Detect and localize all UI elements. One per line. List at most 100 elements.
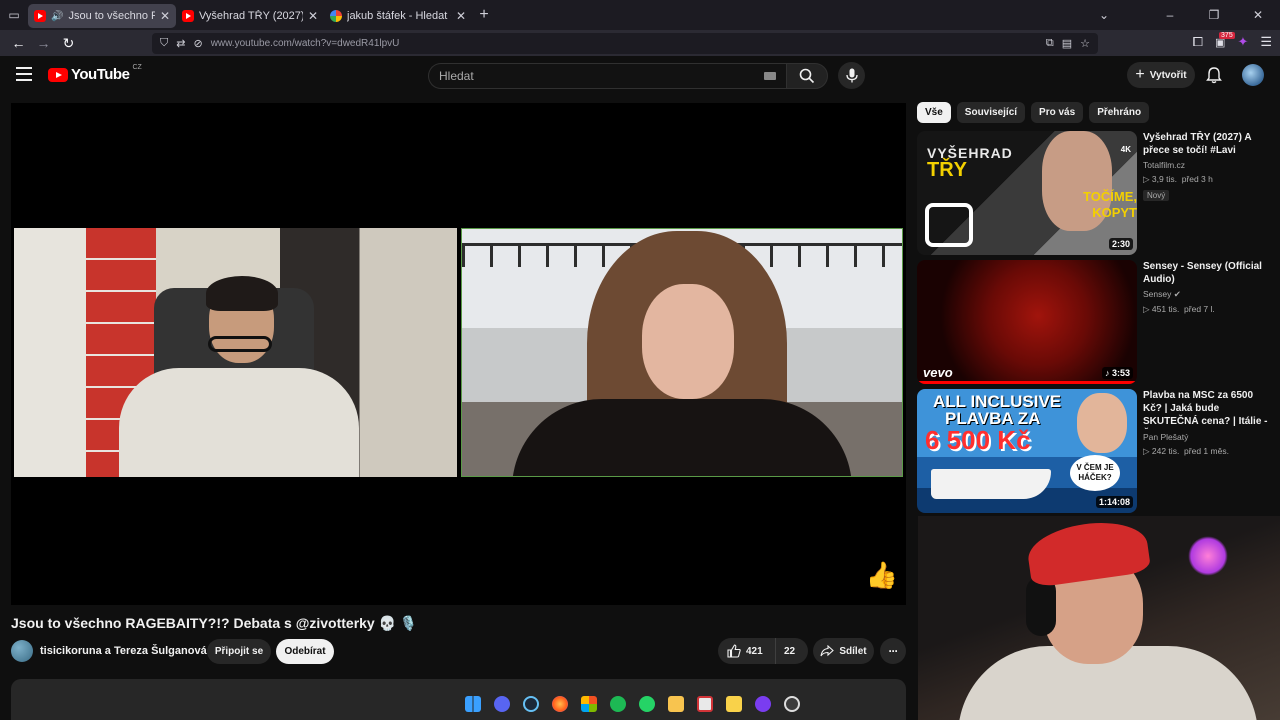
- lamp-glow: [1188, 536, 1228, 576]
- window-menu-icon[interactable]: ▭: [0, 0, 28, 30]
- guide-menu-icon[interactable]: [16, 67, 32, 81]
- video-player[interactable]: 👍: [11, 103, 906, 605]
- extension-icon[interactable]: ▣ 375: [1215, 31, 1235, 49]
- purple-extension-icon[interactable]: ✦: [1237, 34, 1248, 50]
- spotify-icon[interactable]: [607, 693, 629, 715]
- autoplay-blocked-icon[interactable]: ⊘: [193, 37, 202, 50]
- close-tab-icon[interactable]: ✕: [160, 9, 170, 23]
- microphone-icon: [845, 68, 858, 83]
- new-tab-button[interactable]: +: [472, 6, 496, 24]
- notifications-bell-icon[interactable]: [1205, 66, 1223, 84]
- dislike-button[interactable]: 22: [776, 646, 795, 657]
- view-count: 3,9 tis.: [1151, 174, 1177, 184]
- video-thumbnail[interactable]: ALL INCLUSIVE PLAVBA ZA 6 500 Kč V ČEM J…: [917, 389, 1137, 513]
- browser-tab-2[interactable]: Vyšehrad TŘY (2027) A přece se ✕: [176, 4, 324, 28]
- bookmark-star-icon[interactable]: ☆: [1080, 37, 1090, 50]
- chip-watched[interactable]: Přehráno: [1089, 102, 1150, 123]
- tab-title: jakub štáfek - Hledat Googlem: [347, 10, 451, 22]
- browser-nav-bar: ← → ↻ ⛉ ⇄ ⊘ www.youtube.com/watch?v=dwed…: [0, 30, 1280, 56]
- recommendation-item[interactable]: VYŠEHRAD TŘY TOČÍME, KOPYT 4K 2:30 Vyšeh…: [917, 131, 1272, 255]
- speaker-icon[interactable]: 🔊: [51, 11, 63, 22]
- extensions-icon[interactable]: ⧠: [1193, 34, 1203, 50]
- thumbnail-text: TOČÍME, KOPYT: [1083, 189, 1137, 220]
- list-all-tabs-icon[interactable]: ⌄: [1082, 8, 1126, 22]
- video-actions-row: tisicikoruna a Tereza Šulganová Připojit…: [11, 638, 906, 666]
- channel-name[interactable]: Totalfilm.cz: [1143, 160, 1273, 170]
- video-title[interactable]: Plavba na MSC za 6500 Kč? | Jaká bude SK…: [1143, 389, 1273, 429]
- windows-start-icon[interactable]: [462, 693, 484, 715]
- share-button[interactable]: Sdílet: [813, 638, 874, 664]
- video-info: Sensey - Sensey (Official Audio) Sensey …: [1143, 260, 1273, 315]
- close-window-icon[interactable]: ✕: [1236, 8, 1280, 22]
- permissions-icon[interactable]: ⇄: [176, 37, 185, 50]
- create-button[interactable]: + Vytvořit: [1127, 62, 1195, 88]
- close-tab-icon[interactable]: ✕: [456, 9, 466, 23]
- minimize-icon[interactable]: –: [1148, 8, 1192, 22]
- channel-name[interactable]: tisicikoruna a Tereza Šulganová: [40, 645, 207, 657]
- file-explorer-icon[interactable]: [665, 693, 687, 715]
- video-title[interactable]: Sensey - Sensey (Official Audio): [1143, 260, 1273, 286]
- toolbar-right: ⧠ ▣ 375 ✦ ☰: [1193, 31, 1272, 50]
- search-input[interactable]: Hledat: [428, 63, 786, 89]
- pip-icon[interactable]: ⧉: [1046, 37, 1054, 50]
- restore-icon[interactable]: ❐: [1192, 8, 1236, 22]
- voice-search-button[interactable]: [838, 62, 865, 89]
- back-icon[interactable]: ←: [6, 35, 31, 51]
- account-avatar[interactable]: [1242, 64, 1264, 86]
- url-text[interactable]: www.youtube.com/watch?v=dwedR41lpvU: [211, 38, 1038, 49]
- thumbnail-price: 6 500 Kč: [925, 425, 1031, 455]
- browser-tab-3[interactable]: jakub štáfek - Hledat Googlem ✕: [324, 4, 472, 28]
- subscribe-button[interactable]: Odebírat: [276, 639, 334, 664]
- video-title[interactable]: Vyšehrad TŘY (2027) A přece se točí! #La…: [1143, 131, 1273, 157]
- share-label: Sdílet: [839, 645, 867, 657]
- person-shirt: [512, 399, 852, 476]
- thumbnail-text: TŘY: [927, 159, 967, 181]
- like-button[interactable]: 421: [718, 638, 776, 664]
- related-filter-chips: Vše Související Pro vás Přehráno: [917, 102, 1150, 123]
- chip-related[interactable]: Související: [956, 102, 1026, 123]
- reload-icon[interactable]: ↻: [56, 35, 81, 52]
- snipping-tool-icon[interactable]: [694, 693, 716, 715]
- url-bar[interactable]: ⛉ ⇄ ⊘ www.youtube.com/watch?v=dwedR41lpv…: [152, 33, 1098, 54]
- discord-icon[interactable]: [491, 693, 513, 715]
- watch-progress-bar: [917, 381, 1137, 384]
- thumbnail-person: [1077, 393, 1127, 453]
- store-icon[interactable]: [578, 693, 600, 715]
- channel-avatar[interactable]: [11, 640, 33, 662]
- obs-icon[interactable]: [781, 693, 803, 715]
- recommendation-item[interactable]: ALL INCLUSIVE PLAVBA ZA 6 500 Kč V ČEM J…: [917, 389, 1272, 513]
- search-button[interactable]: [786, 63, 828, 89]
- video-duration: 1:14:08: [1095, 496, 1133, 508]
- browser-tab-strip: ▭ 🔊 Jsou to všechno RAGEBAIT ✕ Vyšehrad …: [0, 0, 1280, 30]
- video-thumbnail[interactable]: vevo ♪ 3:53: [917, 260, 1137, 384]
- forward-icon[interactable]: →: [31, 35, 56, 51]
- steam-icon[interactable]: [520, 693, 542, 715]
- recommendation-item[interactable]: vevo ♪ 3:53 Sensey - Sensey (Official Au…: [917, 260, 1272, 384]
- youtube-favicon-icon: [182, 10, 194, 22]
- person-hair: [206, 276, 278, 311]
- view-count: 451 tis.: [1151, 304, 1180, 314]
- youtube-logo[interactable]: YouTube CZ: [48, 64, 142, 83]
- notes-app-icon[interactable]: [723, 693, 745, 715]
- close-tab-icon[interactable]: ✕: [308, 9, 318, 23]
- keyboard-icon[interactable]: [764, 72, 776, 80]
- assistant-app-icon[interactable]: [752, 693, 774, 715]
- chip-all[interactable]: Vše: [917, 102, 951, 123]
- more-actions-button[interactable]: ···: [880, 638, 906, 664]
- channel-name[interactable]: Pan Plešatý: [1143, 432, 1273, 442]
- reader-view-icon[interactable]: ▤: [1062, 37, 1072, 50]
- dislike-count: 22: [784, 645, 796, 657]
- video-title: Jsou to všechno RAGEBAITY?!? Debata s @z…: [11, 615, 418, 631]
- whatsapp-icon[interactable]: [636, 693, 658, 715]
- channel-name[interactable]: Sensey ✔: [1143, 289, 1273, 300]
- region-code: CZ: [132, 64, 142, 71]
- browser-tab-1[interactable]: 🔊 Jsou to všechno RAGEBAIT ✕: [28, 4, 176, 28]
- firefox-icon[interactable]: [549, 693, 571, 715]
- video-thumbnail[interactable]: VYŠEHRAD TŘY TOČÍME, KOPYT 4K 2:30: [917, 131, 1137, 255]
- join-button[interactable]: Připojit se: [207, 639, 271, 664]
- chip-for-you[interactable]: Pro vás: [1031, 102, 1084, 123]
- google-favicon-icon: [330, 10, 342, 22]
- video-meta: ▷ 451 tis. před 7 l.: [1143, 304, 1215, 314]
- app-menu-icon[interactable]: ☰: [1260, 34, 1272, 50]
- shield-icon[interactable]: ⛉: [160, 37, 168, 50]
